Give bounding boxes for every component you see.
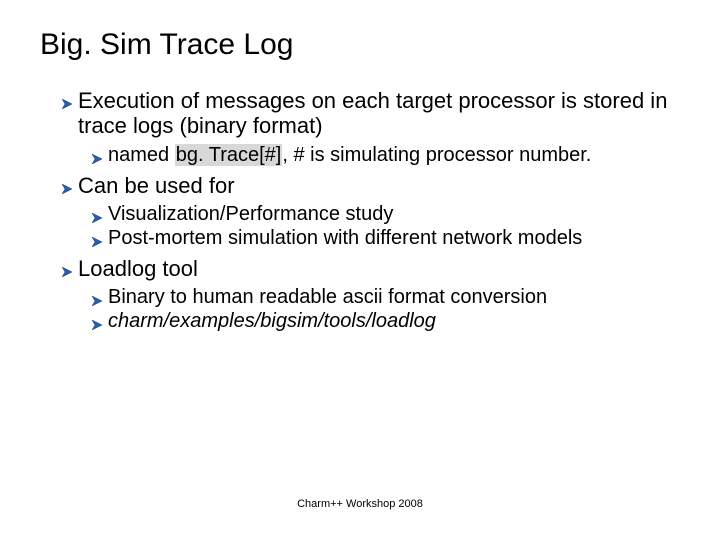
sub-list: named bg. Trace[#], # is simulating proc… [62, 143, 680, 167]
sub-list: Binary to human readable ascii format co… [62, 285, 680, 333]
bullet-icon [92, 210, 102, 220]
item-text: Binary to human readable ascii format co… [108, 285, 680, 309]
bullet-icon [92, 317, 102, 327]
item-text: Post-mortem simulation with different ne… [108, 226, 680, 250]
slide-title: Big. Sim Trace Log [40, 28, 680, 62]
footer-text: Charm++ Workshop 2008 [0, 498, 720, 510]
bullet-icon [62, 96, 72, 106]
item-text: Loadlog tool [78, 256, 680, 281]
list-item: Binary to human readable ascii format co… [92, 285, 680, 309]
bullet-icon [92, 151, 102, 161]
suffix: , # is simulating processor number. [282, 144, 591, 166]
list-item: Execution of messages on each target pro… [62, 88, 680, 139]
bullet-list: Execution of messages on each target pro… [40, 88, 680, 333]
item-text: named bg. Trace[#], # is simulating proc… [108, 143, 680, 167]
item-text: Can be used for [78, 173, 680, 198]
list-item: Visualization/Performance study [92, 202, 680, 226]
list-item: named bg. Trace[#], # is simulating proc… [92, 143, 680, 167]
bullet-icon [92, 293, 102, 303]
list-item: Post-mortem simulation with different ne… [92, 226, 680, 250]
sub-list: Visualization/Performance study Post-mor… [62, 202, 680, 250]
list-item: Loadlog tool [62, 256, 680, 281]
item-text: charm/examples/bigsim/tools/loadlog [108, 309, 680, 333]
item-text: Visualization/Performance study [108, 202, 680, 226]
list-item: charm/examples/bigsim/tools/loadlog [92, 309, 680, 333]
list-item: Can be used for [62, 173, 680, 198]
bullet-icon [62, 264, 72, 274]
prefix: named [108, 144, 175, 166]
code-highlight: bg. Trace[#] [175, 144, 283, 166]
bullet-icon [62, 181, 72, 191]
bullet-icon [92, 234, 102, 244]
item-text: Execution of messages on each target pro… [78, 88, 680, 139]
